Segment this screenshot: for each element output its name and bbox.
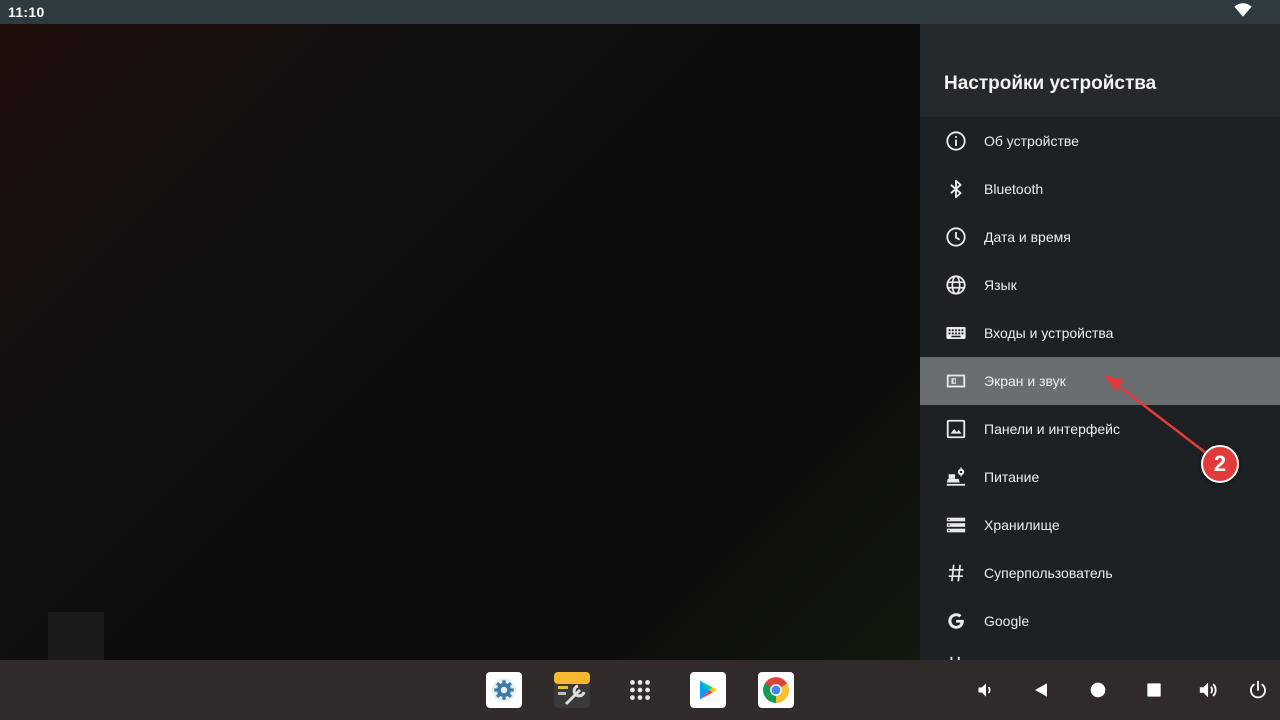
menu-item-label: Дата и время [984, 229, 1071, 245]
status-bar: 11:10 [0, 0, 1280, 24]
menu-item-label: Google [984, 613, 1030, 629]
menu-item-google[interactable]: Google [920, 597, 1280, 645]
storage-icon [944, 513, 968, 537]
info-icon [944, 129, 968, 153]
keyboard-icon [944, 321, 968, 345]
menu-item-display-sound[interactable]: Экран и звук [920, 357, 1280, 405]
app-drawer-icon[interactable] [622, 672, 658, 708]
settings-header: Настройки устройства [920, 24, 1280, 117]
globe-icon [944, 273, 968, 297]
google-icon [944, 609, 968, 633]
menu-item-label: Входы и устройства [984, 325, 1114, 341]
chrome-icon[interactable] [758, 672, 794, 708]
menu-item-date-time[interactable]: Дата и время [920, 213, 1280, 261]
menu-item-label: Панели и интерфейс [984, 421, 1120, 437]
desktop-tile[interactable] [48, 612, 104, 660]
menu-item-inputs[interactable]: Входы и устройства [920, 309, 1280, 357]
settings-app-icon[interactable] [486, 672, 522, 708]
menu-item-language[interactable]: Язык [920, 261, 1280, 309]
menu-item-label: Об устройстве [984, 133, 1079, 149]
menu-item-label: Суперпользователь [984, 565, 1113, 581]
more-item-icon [944, 643, 968, 660]
annotation-badge: 2 [1201, 445, 1239, 483]
menu-item-label: Язык [984, 277, 1017, 293]
wifi-icon [1234, 2, 1268, 23]
menu-item-label: Питание [984, 469, 1040, 485]
play-store-icon[interactable] [690, 672, 726, 708]
display-icon [944, 369, 968, 393]
volume-up-icon[interactable] [1198, 679, 1220, 701]
image-icon [944, 417, 968, 441]
power-icon[interactable] [1247, 679, 1269, 701]
home-icon[interactable] [1087, 679, 1109, 701]
power-settings-icon [944, 465, 968, 489]
settings-menu: Об устройстве Bluetooth Дата и время Язы… [920, 117, 1280, 660]
bluetooth-icon [944, 177, 968, 201]
menu-item-more[interactable] [920, 645, 1280, 660]
menu-item-superuser[interactable]: Суперпользователь [920, 549, 1280, 597]
recents-icon[interactable] [1143, 679, 1165, 701]
menu-item-label: Хранилище [984, 517, 1060, 533]
menu-item-about[interactable]: Об устройстве [920, 117, 1280, 165]
menu-item-bluetooth[interactable]: Bluetooth [920, 165, 1280, 213]
clock-icon [944, 225, 968, 249]
toolbox-app-icon[interactable] [554, 672, 590, 708]
menu-item-label: Bluetooth [984, 181, 1044, 197]
menu-item-storage[interactable]: Хранилище [920, 501, 1280, 549]
settings-title: Настройки устройства [944, 73, 1157, 94]
desktop-wallpaper [0, 24, 920, 660]
taskbar [0, 660, 1280, 720]
volume-down-icon[interactable] [975, 679, 997, 701]
settings-panel: Настройки устройства Об устройстве Bluet… [920, 24, 1280, 660]
back-icon[interactable] [1030, 679, 1052, 701]
hash-icon [944, 561, 968, 585]
menu-item-label: Экран и звук [984, 373, 1066, 389]
status-time: 11:10 [8, 4, 45, 20]
